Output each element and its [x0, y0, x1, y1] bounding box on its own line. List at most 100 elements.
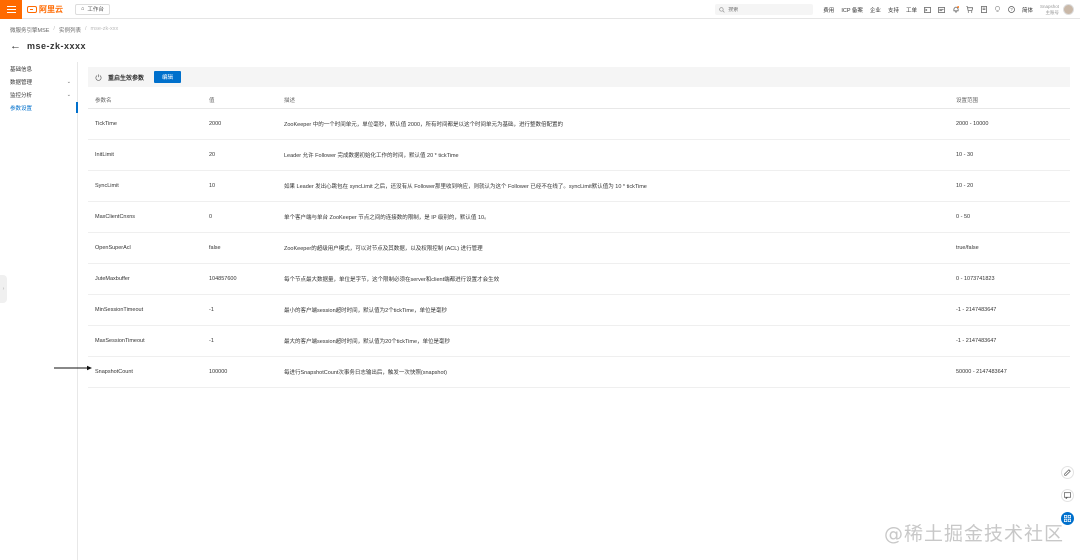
edit-button[interactable]: 编辑 [154, 71, 182, 83]
avatar[interactable] [1063, 4, 1074, 15]
param-description-cell: 每进行SnapshotCount次事务日志输出后，触发一次快照(snapshot… [277, 356, 949, 388]
table-row: MaxSessionTimeout -1 最大的客户端session超时时间，默认值… [88, 325, 1070, 357]
sidebar-item-basic-info[interactable]: 基础信息 [0, 62, 77, 75]
message-icon [1064, 492, 1071, 499]
home-icon: ⌂ [81, 6, 85, 12]
param-description-cell: 每个节点最大数据量，单位是字节，这个限制必须在server和client端都进行… [277, 263, 949, 295]
global-search[interactable] [715, 4, 814, 15]
grid-icon [1064, 515, 1071, 522]
table-row: TickTime 2000 ZooKeeper 中的一个时间单元，单位毫秒，默认值 … [88, 108, 1070, 140]
message-icon[interactable] [938, 6, 946, 14]
param-name-cell: TickTime [88, 108, 202, 140]
account-info[interactable]: Snapshot 主账号 [1040, 4, 1059, 16]
card-header: 重启生效参数 编辑 [88, 67, 1070, 87]
breadcrumb-item-mse[interactable]: 微服务引擎MSE [10, 26, 49, 34]
search-icon [719, 6, 725, 13]
param-range-cell: 50000 - 2147483647 [949, 356, 1070, 388]
brand-name: 阿里云 [39, 4, 63, 14]
column-header-range: 设置范围 [949, 92, 1070, 109]
param-description-cell: 如果 Leader 发出心跳包在 syncLimit 之后，还没有从 Follo… [277, 170, 949, 202]
param-range-cell: true/false [949, 232, 1070, 264]
bell-icon[interactable] [952, 6, 960, 14]
chevron-right-icon: › [2, 286, 5, 292]
table-row: JuteMaxbuffer 104857600 每个节点最大数据量，单位是字节，这个… [88, 263, 1070, 295]
document-icon[interactable] [980, 6, 988, 14]
param-name-cell: MinSessionTimeout [88, 294, 202, 326]
table-row: InitLimit 20 Leader 允许 Follower 完成数据初始化工作的… [88, 139, 1070, 171]
nav-link-icp[interactable]: ICP 备案 [841, 6, 863, 14]
card-title: 重启生效参数 [108, 75, 145, 82]
menu-icon[interactable] [0, 0, 22, 19]
param-description-cell: ZooKeeper 中的一个时间单元，单位毫秒，默认值 2000，所有时间都是以… [277, 108, 949, 140]
power-icon [94, 73, 102, 81]
param-description-cell: 最大的客户端session超时时间，默认值为20个tickTime，单位是毫秒 [277, 325, 949, 357]
param-name-cell: MaxSessionTimeout [88, 325, 202, 357]
table-row: MaxClientCnxns 0 单个客户端与单台 ZooKeeper 节点之间的连… [88, 201, 1070, 233]
param-value-cell: 10 [202, 170, 277, 202]
help-icon[interactable]: ? [1008, 6, 1016, 14]
param-range-cell: 10 - 20 [949, 170, 1070, 202]
chevron-down-icon: ⌄ [66, 91, 71, 98]
param-name-cell: JuteMaxbuffer [88, 263, 202, 295]
chevron-down-icon: ⌄ [66, 78, 71, 85]
param-range-cell: 2000 - 10000 [949, 108, 1070, 140]
lightbulb-icon[interactable] [994, 6, 1002, 14]
param-name-cell: SnapshotCount [88, 356, 202, 388]
table-row: MinSessionTimeout -1 最小的客户端session超时时间，默认值… [88, 294, 1070, 326]
top-navigation-bar: 阿里云 ⌂ 工作台 费用 ICP 备案 企业 支持 工单 ? 简体 Snapsh… [0, 0, 1080, 19]
cart-icon[interactable] [966, 6, 974, 14]
breadcrumb: 微服务引擎MSE / 实例列表 / mse-zk-xxx [10, 26, 119, 34]
column-header-name: 参数名 [88, 92, 202, 109]
svg-text:?: ? [1011, 7, 1014, 12]
workbench-button[interactable]: ⌂ 工作台 [75, 3, 110, 15]
watermark: @稀土掘金技术社区 [883, 523, 1064, 545]
table-row: SyncLimit 10 如果 Leader 发出心跳包在 syncLimit 之后… [88, 170, 1070, 202]
param-description-cell: 单个客户端与单台 ZooKeeper 节点之间的连接数的限制，是 IP 级别的，… [277, 201, 949, 233]
param-description-cell: Leader 允许 Follower 完成数据初始化工作的时间，默认值 20 *… [277, 139, 949, 171]
param-value-cell: 100000 [202, 356, 277, 388]
sidebar: 基础信息 数据管理 ⌄ 监控分析 ⌄ 参数设置 [0, 62, 78, 560]
param-value-cell: 2000 [202, 108, 277, 140]
table-row: OpenSuperAcl false ZooKeeper的超级用户模式，可以对节点及… [88, 232, 1070, 264]
nav-link-fees[interactable]: 费用 [823, 6, 834, 14]
sidebar-item-data-management[interactable]: 数据管理 ⌄ [0, 75, 77, 88]
sidebar-item-parameter-settings[interactable]: 参数设置 [0, 101, 78, 114]
sidebar-item-monitoring[interactable]: 监控分析 ⌄ [0, 88, 77, 101]
account-type: 主账号 [1045, 9, 1060, 15]
param-description-cell: ZooKeeper的超级用户模式，可以对节点及其数据，以及权限控制 (ACL) … [277, 232, 949, 264]
param-range-cell: -1 - 2147483647 [949, 294, 1070, 326]
param-value-cell: false [202, 232, 277, 264]
parameter-table: 参数名 值 描述 设置范围 TickTime 2000 ZooKeeper 中的一个… [88, 92, 1070, 388]
edit-icon [1064, 469, 1071, 476]
table-row: SnapshotCount 100000 每进行SnapshotCount次事务日志… [88, 356, 1070, 388]
param-name-cell: OpenSuperAcl [88, 232, 202, 264]
param-range-cell: 10 - 30 [949, 139, 1070, 171]
back-arrow-icon[interactable]: ← [10, 41, 21, 52]
page-title: mse-zk-xxxx [27, 41, 87, 51]
breadcrumb-item-instances[interactable]: 实例列表 [59, 26, 81, 34]
nav-link-ticket[interactable]: 工单 [906, 6, 917, 14]
terminal-icon[interactable] [924, 6, 932, 14]
param-range-cell: -1 - 2147483647 [949, 325, 1070, 357]
param-value-cell: -1 [202, 294, 277, 326]
column-header-value: 值 [202, 92, 277, 109]
param-name-cell: InitLimit [88, 139, 202, 171]
chat-edit-fab[interactable] [1061, 466, 1074, 479]
annotation-arrow [54, 365, 92, 371]
param-range-cell: 0 - 1073741823 [949, 263, 1070, 295]
column-header-description: 描述 [277, 92, 949, 109]
nav-link-support[interactable]: 支持 [888, 6, 899, 14]
sidebar-collapse-handle[interactable]: › [0, 275, 7, 303]
workbench-label: 工作台 [87, 7, 104, 13]
parameter-panel: 重启生效参数 编辑 参数名 值 描述 设置范围 TickTime 2000 ZooK… [88, 67, 1070, 388]
aliyun-logo-icon [27, 5, 37, 13]
language-switch[interactable]: 简体 [1022, 6, 1033, 14]
search-input[interactable] [728, 6, 809, 13]
brand-logo[interactable]: 阿里云 [27, 4, 63, 15]
feedback-fab[interactable] [1061, 489, 1074, 502]
param-value-cell: 104857600 [202, 263, 277, 295]
breadcrumb-item-current: mse-zk-xxx [90, 26, 119, 32]
nav-link-enterprise[interactable]: 企业 [870, 6, 881, 14]
param-name-cell: MaxClientCnxns [88, 201, 202, 233]
param-description-cell: 最小的客户端session超时时间，默认值为2个tickTime，单位是毫秒 [277, 294, 949, 326]
